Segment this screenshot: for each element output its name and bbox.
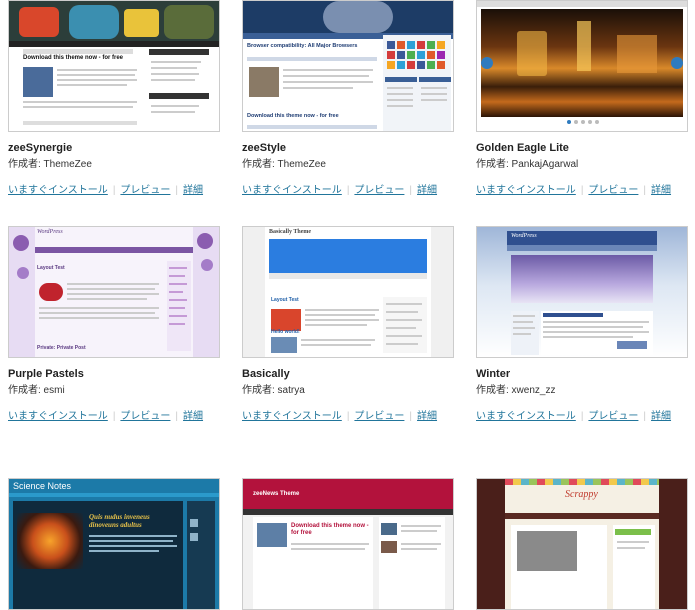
theme-author: 作成者: xwenz_zz bbox=[476, 385, 556, 396]
thumb-site-title: zeeNews Theme bbox=[253, 491, 300, 497]
theme-name: Purple Pastels bbox=[8, 368, 84, 380]
theme-screenshot[interactable]: Download this theme now - for free bbox=[8, 0, 220, 132]
preview-link[interactable]: プレビュー bbox=[588, 185, 638, 196]
thumb-post-title: Layout Test bbox=[37, 265, 65, 271]
details-link[interactable]: 詳細 bbox=[651, 185, 671, 196]
theme-author: 作成者: PankajAgarwal bbox=[476, 159, 579, 170]
theme-screenshot[interactable]: Browser compatibility: All Major Browser… bbox=[242, 0, 454, 132]
thumb-site-title: WordPress bbox=[37, 229, 63, 235]
install-link[interactable]: いますぐインストール bbox=[242, 411, 342, 422]
details-link[interactable]: 詳細 bbox=[651, 411, 671, 422]
theme-actions: いますぐインストール | プレビュー | 詳細 bbox=[476, 411, 672, 422]
theme-author: 作成者: ThemeZee bbox=[8, 159, 92, 170]
install-link[interactable]: いますぐインストール bbox=[476, 185, 576, 196]
preview-link[interactable]: プレビュー bbox=[120, 411, 170, 422]
thumb-site-title: Basically Theme bbox=[269, 229, 312, 235]
thumb-headline: Download this theme now - for free bbox=[291, 523, 369, 536]
theme-name: zeeSynergie bbox=[8, 142, 73, 154]
theme-author: 作成者: esmi bbox=[8, 385, 65, 396]
theme-screenshot[interactable]: zeeNews Theme Download this theme now - … bbox=[242, 478, 454, 610]
theme-name: Golden Eagle Lite bbox=[476, 142, 569, 154]
preview-link[interactable]: プレビュー bbox=[354, 411, 404, 422]
theme-actions: いますぐインストール | プレビュー | 詳細 bbox=[8, 185, 204, 196]
install-link[interactable]: いますぐインストール bbox=[242, 185, 342, 196]
preview-link[interactable]: プレビュー bbox=[120, 185, 170, 196]
thumb-site-title: Science Notes bbox=[13, 481, 72, 491]
theme-screenshot[interactable] bbox=[476, 0, 688, 132]
details-link[interactable]: 詳細 bbox=[183, 411, 203, 422]
thumb-headline: Download this theme now - for free bbox=[23, 55, 124, 61]
thumb-quote: Quis nudus inveneus dinoveuns adultus bbox=[89, 513, 150, 529]
theme-actions: いますぐインストール | プレビュー | 詳細 bbox=[476, 185, 672, 196]
theme-screenshot[interactable]: WordPress Layout Test Private: Private P… bbox=[8, 226, 220, 358]
theme-actions: いますぐインストール | プレビュー | 詳細 bbox=[8, 411, 204, 422]
install-link[interactable]: いますぐインストール bbox=[8, 411, 108, 422]
preview-link[interactable]: プレビュー bbox=[354, 185, 404, 196]
details-link[interactable]: 詳細 bbox=[417, 185, 437, 196]
theme-actions: いますぐインストール | プレビュー | 詳細 bbox=[242, 185, 438, 196]
details-link[interactable]: 詳細 bbox=[183, 185, 203, 196]
thumb-headline: Browser compatibility: All Major Browser… bbox=[247, 43, 358, 49]
theme-screenshot[interactable]: Science Notes Quis nudus inveneus dinove… bbox=[8, 478, 220, 610]
thumb-post-title-2: Private: Private Post bbox=[37, 345, 86, 351]
theme-name: Basically bbox=[242, 368, 290, 380]
theme-name: zeeStyle bbox=[242, 142, 287, 154]
thumb-post-title: Layout Test bbox=[271, 297, 299, 303]
slider-next-icon[interactable] bbox=[671, 57, 683, 69]
thumb-site-title: WordPress bbox=[511, 233, 537, 239]
theme-author: 作成者: satrya bbox=[242, 385, 305, 396]
install-link[interactable]: いますぐインストール bbox=[8, 185, 108, 196]
slider-prev-icon[interactable] bbox=[481, 57, 493, 69]
install-link[interactable]: いますぐインストール bbox=[476, 411, 576, 422]
thumb-post-title-2: Hello world! bbox=[271, 329, 300, 335]
theme-author: 作成者: ThemeZee bbox=[242, 159, 326, 170]
thumb-site-title: Scrappy bbox=[565, 489, 598, 500]
theme-screenshot[interactable]: WordPress bbox=[476, 226, 688, 358]
preview-link[interactable]: プレビュー bbox=[588, 411, 638, 422]
theme-actions: いますぐインストール | プレビュー | 詳細 bbox=[242, 411, 438, 422]
theme-screenshot[interactable]: Basically Theme Layout Test Hello world! bbox=[242, 226, 454, 358]
theme-screenshot[interactable]: Scrappy bbox=[476, 478, 688, 610]
details-link[interactable]: 詳細 bbox=[417, 411, 437, 422]
thumb-headline-2: Download this theme now - for free bbox=[247, 113, 339, 119]
theme-name: Winter bbox=[476, 368, 511, 380]
